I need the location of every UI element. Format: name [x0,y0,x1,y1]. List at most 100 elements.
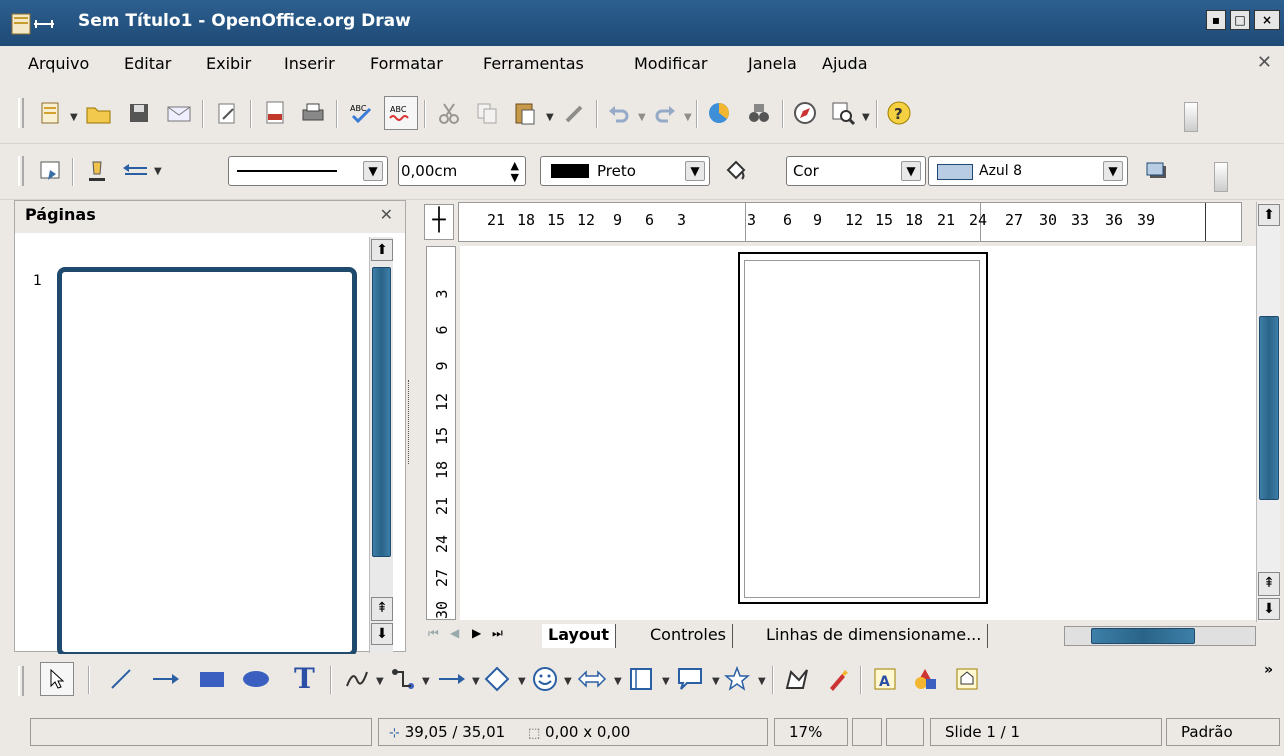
redo-icon[interactable] [650,98,680,128]
scroll-thumb[interactable] [372,267,391,557]
menu-inserir[interactable]: Inserir [284,54,335,73]
cut-icon[interactable] [434,98,464,128]
save-icon[interactable] [124,98,154,128]
tab-nav-next-icon[interactable]: ▶ [472,626,481,640]
zoom-dropdown-icon[interactable]: ▼ [862,112,870,123]
connector-dropdown-icon[interactable]: ▼ [422,676,430,687]
line-pen-icon[interactable] [82,156,112,186]
shadow-icon[interactable] [1142,156,1172,186]
spellcheck-icon[interactable]: ABC [346,98,376,128]
scroll-page-up-icon[interactable]: ⇞ [371,597,393,621]
menu-ajuda[interactable]: Ajuda [822,54,868,73]
draw-page[interactable] [738,252,988,604]
undo-icon[interactable] [604,98,634,128]
menu-arquivo[interactable]: Arquivo [28,54,89,73]
select-arrow-icon[interactable] [40,662,74,696]
open-folder-icon[interactable] [84,98,114,128]
callouts-dropdown-icon[interactable]: ▼ [712,676,720,687]
ellipse-tool-icon[interactable] [240,664,272,694]
pages-scrollbar[interactable]: ⬆ ⇞ ⬇ [369,237,393,653]
close-button[interactable]: × [1254,10,1280,30]
print-icon[interactable] [298,98,328,128]
callouts-icon[interactable] [674,664,706,694]
line-color-select[interactable]: Preto ▼ [540,156,710,186]
tab-controles[interactable]: Controles [644,624,734,648]
toolbar-grip[interactable] [18,156,24,186]
export-pdf-icon[interactable] [260,98,290,128]
toolbar-overflow-icon[interactable] [1214,162,1228,192]
menu-editar[interactable]: Editar [124,54,171,73]
line-style-select[interactable]: ▼ [228,156,388,186]
arrow-style-icon[interactable] [120,156,152,186]
navigator-icon[interactable] [790,98,820,128]
scroll-up-icon[interactable]: ⬆ [371,239,393,261]
points-icon[interactable] [782,664,812,694]
page-thumbnail[interactable] [57,267,357,657]
scroll-down-icon[interactable]: ⬇ [371,623,393,645]
tab-nav-last-icon[interactable]: ⏭ [492,626,503,641]
close-document-icon[interactable]: ✕ [1257,52,1272,73]
canvas-vertical-scrollbar[interactable]: ⬆ ⇞ ⬇ [1256,202,1280,622]
undo-dropdown-icon[interactable]: ▼ [638,112,646,123]
email-icon[interactable] [164,98,194,128]
scroll-thumb[interactable] [1259,316,1279,500]
fill-type-select[interactable]: Cor ▼ [786,156,926,186]
canvas-horizontal-scrollbar[interactable] [1064,626,1256,646]
symbol-shapes-icon[interactable] [530,664,560,694]
toolbar-chevron-icon[interactable]: » [1264,662,1273,678]
horizontal-ruler[interactable]: 21 18 15 12 9 6 3 3 6 9 12 15 18 21 24 27 30 33 36 39 [458,202,1242,242]
spinner-arrows-icon[interactable]: ▲ ▼ [511,157,519,184]
menu-exibir[interactable]: Exibir [206,54,251,73]
minimize-button[interactable]: ▪ [1206,10,1226,30]
curve-tool-icon[interactable] [342,664,372,694]
gallery-3d-icon[interactable] [952,664,982,694]
clone-format-icon[interactable] [560,98,590,128]
scroll-thumb[interactable] [1091,628,1195,644]
zoom-icon[interactable] [828,98,858,128]
glue-points-icon[interactable] [822,664,852,694]
basic-shapes-icon[interactable] [482,664,512,694]
menu-modificar[interactable]: Modificar [634,54,707,73]
stars-icon[interactable] [722,664,752,694]
gallery-icon[interactable] [744,98,774,128]
menu-formatar[interactable]: Formatar [370,54,443,73]
autospellcheck-toggle[interactable]: ABC [384,96,418,130]
connector-tool-icon[interactable] [388,664,418,694]
toolbar-overflow-icon[interactable] [1184,102,1198,132]
redo-dropdown-icon[interactable]: ▼ [684,112,692,123]
copy-icon[interactable] [472,98,502,128]
tab-nav-prev-icon[interactable]: ◀ [450,626,459,640]
ruler-origin-icon[interactable]: ┼ [424,204,454,240]
edit-file-icon[interactable] [212,98,242,128]
flowchart-dropdown-icon[interactable]: ▼ [662,676,670,687]
text-tool-icon[interactable]: T [288,662,320,694]
stars-dropdown-icon[interactable]: ▼ [758,676,766,687]
basic-shapes-dropdown-icon[interactable]: ▼ [518,676,526,687]
line-width-spinner[interactable]: 0,00cm ▲ ▼ [398,156,526,186]
paste-icon[interactable] [510,98,540,128]
lines-arrows-dropdown-icon[interactable]: ▼ [472,676,480,687]
fill-color-select[interactable]: Azul 8 ▼ [928,156,1128,186]
new-document-icon[interactable] [36,98,66,128]
paste-dropdown-icon[interactable]: ▼ [546,112,554,123]
rectangle-tool-icon[interactable] [196,664,228,694]
symbol-shapes-dropdown-icon[interactable]: ▼ [564,676,572,687]
vertical-ruler[interactable]: 3 6 9 12 15 18 21 24 27 30 [426,246,456,620]
menu-janela[interactable]: Janela [748,54,797,73]
styles-hand-icon[interactable] [36,156,66,186]
area-fill-icon[interactable] [720,156,750,186]
status-zoom[interactable]: 17% [774,718,848,746]
new-dropdown-icon[interactable]: ▼ [70,112,78,123]
arrow-style-dropdown-icon[interactable]: ▼ [154,166,162,177]
menu-ferramentas[interactable]: Ferramentas [483,54,584,73]
line-tool-icon[interactable] [106,664,136,694]
scroll-up-icon[interactable]: ⬆ [1258,204,1280,226]
flowchart-icon[interactable] [626,664,656,694]
tab-layout[interactable]: Layout [542,624,616,648]
maximize-button[interactable]: □ [1230,10,1250,30]
block-arrows-dropdown-icon[interactable]: ▼ [614,676,622,687]
from-file-image-icon[interactable] [910,664,940,694]
fontwork-icon[interactable]: A [870,664,900,694]
help-icon[interactable]: ? [884,98,914,128]
curve-dropdown-icon[interactable]: ▼ [376,676,384,687]
